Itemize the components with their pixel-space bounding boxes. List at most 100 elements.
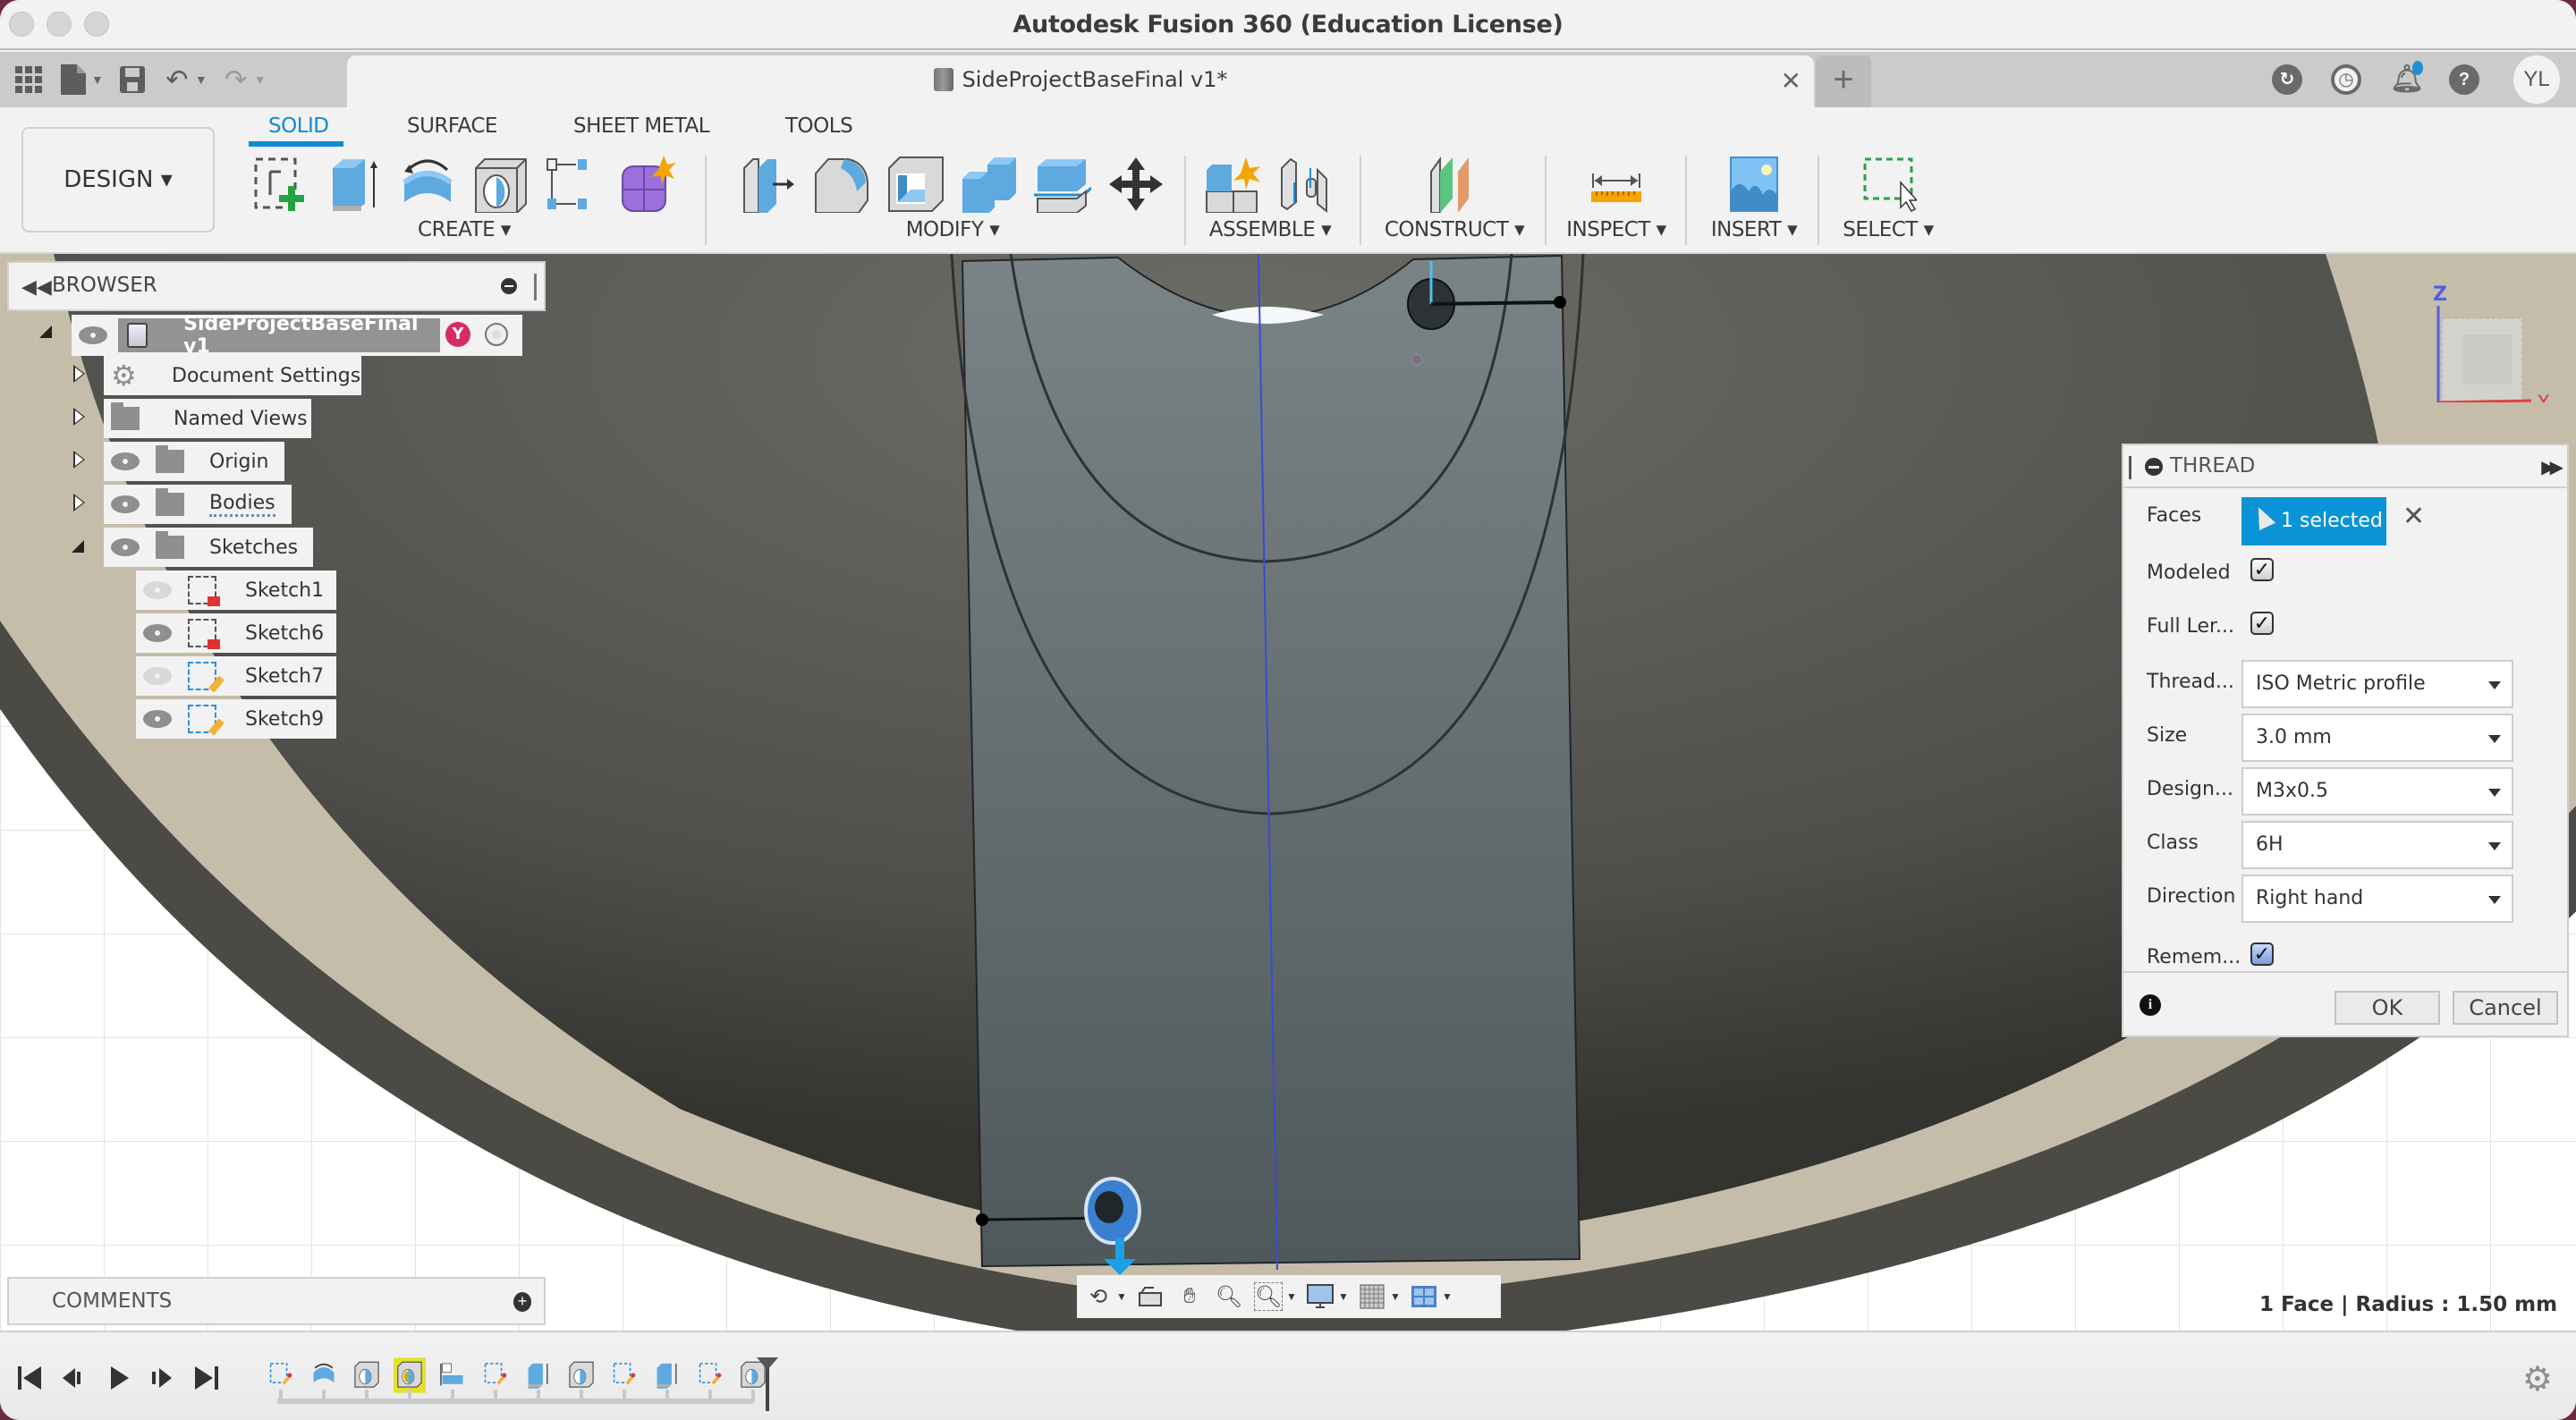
cancel-button[interactable]: Cancel [2453,991,2558,1025]
display-caret-icon[interactable]: ▼ [1338,1290,1349,1303]
collapse-dialog-icon[interactable] [2145,458,2163,476]
visibility-eye-icon[interactable] [111,538,140,556]
expand-document-settings-icon[interactable] [73,365,85,383]
info-icon[interactable]: i [2140,994,2161,1016]
browser-pin-icon[interactable] [501,278,517,294]
undo-caret-icon[interactable]: ▼ [195,72,208,87]
rectangular-pattern-icon[interactable] [546,156,603,213]
create-form-icon[interactable] [619,156,676,213]
display-settings-icon[interactable] [1306,1282,1335,1311]
visibility-eye-icon[interactable] [79,326,107,344]
timeline-feature-revolve-icon[interactable] [308,1357,340,1393]
window-select-icon[interactable] [1860,156,1919,213]
timeline-feature-hole-icon[interactable] [565,1357,597,1393]
hidden-eye-icon[interactable] [143,581,172,599]
browser-item-sketch1[interactable]: Sketch1 [136,571,336,610]
browser-item-sketch7[interactable]: Sketch7 [136,656,336,696]
hole-icon[interactable] [472,156,530,214]
visibility-eye-icon[interactable] [111,452,140,470]
step-forward-icon[interactable] [148,1365,175,1391]
browser-item-origin[interactable]: Origin [104,442,284,481]
grid-settings-icon[interactable] [1358,1282,1386,1311]
orbit-caret-icon[interactable]: ▼ [1116,1290,1127,1303]
offset-plane-icon[interactable] [1426,156,1483,214]
remember-checkbox[interactable]: ✓ [2250,942,2274,966]
timeline-feature-extrude-icon[interactable] [522,1357,555,1393]
new-tab-plus-icon[interactable]: + [1816,55,1871,107]
size-dropdown[interactable]: 3.0 mm [2241,714,2513,762]
timeline-feature-hole-active-icon[interactable] [394,1357,426,1393]
extrude-icon[interactable] [326,156,383,213]
visibility-eye-icon[interactable] [143,710,172,728]
close-tab-icon[interactable]: ✕ [1781,66,1801,96]
timeline-feature-sketch-icon[interactable] [265,1357,297,1393]
zoom-caret-icon[interactable]: ▼ [1286,1290,1297,1303]
fillet-icon[interactable] [814,156,871,214]
construct-menu[interactable]: CONSTRUCT ▾ [1365,218,1544,241]
visibility-eye-icon[interactable] [111,495,140,513]
viewcube[interactable]: Z X BOTTOM [2404,268,2558,573]
shell-icon[interactable] [887,156,945,213]
timeline-feature-hole-icon[interactable] [351,1357,383,1393]
browser-resize-handle[interactable] [534,274,537,300]
visibility-eye-icon[interactable] [143,624,172,642]
look-at-icon[interactable] [1136,1282,1165,1311]
press-pull-icon[interactable] [741,156,798,214]
user-avatar[interactable]: YL [2513,55,2560,104]
selected-plate-body[interactable] [961,254,1581,1268]
expand-bodies-icon[interactable] [73,494,85,511]
browser-item-document-settings[interactable]: ⚙ Document Settings [104,356,361,395]
split-body-icon[interactable] [1034,156,1093,214]
create-menu[interactable]: CREATE ▾ [240,218,689,241]
thread-dialog-header[interactable]: THREAD ▶▶ [2123,445,2567,488]
insert-menu[interactable]: INSERT ▾ [1690,218,1818,241]
workspace-switcher-button[interactable]: DESIGN ▾ [21,127,215,232]
redo-caret-icon[interactable]: ▼ [254,72,267,87]
timeline-feature-sketch-icon[interactable] [694,1357,726,1393]
timeline-feature-sketch-icon[interactable] [608,1357,640,1393]
timeline-feature-extrude-icon[interactable] [651,1357,683,1393]
timeline-settings-gear-icon[interactable]: ⚙ [2522,1359,2553,1399]
file-menu-caret-icon[interactable]: ▼ [91,72,104,87]
zoom-window-icon[interactable]: 🔍︎ [1254,1282,1283,1311]
document-tab[interactable]: SideProjectBaseFinal v1* ✕ [347,55,1814,107]
ok-button[interactable]: OK [2334,991,2440,1025]
modify-menu[interactable]: MODIFY ▾ [716,218,1190,241]
activate-radio-icon[interactable] [485,323,508,346]
hidden-eye-icon[interactable] [143,667,172,685]
job-status-icon[interactable]: ↻ [2272,64,2302,95]
joint-icon[interactable] [1278,156,1335,214]
help-icon[interactable]: ? [2449,64,2479,95]
collapse-sketches-icon[interactable] [72,540,84,553]
combine-icon[interactable] [961,156,1018,215]
timeline-marker-handle[interactable] [757,1357,778,1370]
expand-origin-icon[interactable] [73,451,85,469]
orbit-icon[interactable]: ⟲ [1084,1282,1113,1311]
undo-icon[interactable]: ↶ [161,63,193,96]
tab-sheet-metal[interactable]: SHEET METAL [573,114,710,138]
redo-icon[interactable]: ↷ [220,63,252,96]
file-icon[interactable] [57,63,89,96]
tab-tools[interactable]: TOOLS [785,114,853,138]
insert-image-icon[interactable] [1725,156,1783,213]
tab-solid[interactable]: SOLID [268,114,329,138]
browser-item-named-views[interactable]: Named Views [104,399,311,438]
assemble-menu[interactable]: ASSEMBLE ▾ [1190,218,1351,241]
history-clock-icon[interactable]: ◷ [2331,64,2361,95]
full-length-checkbox[interactable]: ✓ [2250,612,2274,635]
browser-root-node[interactable]: SideProjectBaseFinal v1 Y [72,313,522,358]
designation-dropdown[interactable]: M3x0.5 [2241,767,2513,816]
go-to-end-icon[interactable] [193,1365,220,1391]
pan-hand-icon[interactable]: ✋︎ [1175,1282,1204,1311]
select-menu[interactable]: SELECT ▾ [1825,218,1952,241]
timeline-feature-align-icon[interactable] [436,1357,469,1393]
modeled-checkbox[interactable]: ✓ [2250,558,2274,581]
add-comment-icon[interactable]: + [513,1292,531,1312]
step-back-icon[interactable] [59,1365,86,1391]
save-icon[interactable] [116,63,148,96]
go-to-start-icon[interactable] [16,1365,43,1391]
inspect-menu[interactable]: INSPECT ▾ [1551,218,1682,241]
dialog-drag-handle[interactable] [2129,456,2131,479]
create-sketch-icon[interactable] [252,156,309,213]
timeline-feature-sketch-icon[interactable] [479,1357,512,1393]
